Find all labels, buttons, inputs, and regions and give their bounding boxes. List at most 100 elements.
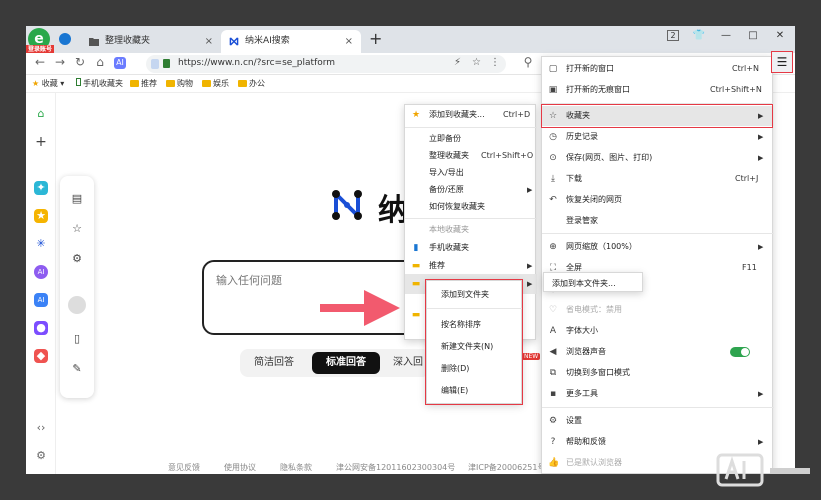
shield-icon <box>151 59 159 69</box>
star-icon[interactable]: ☆ <box>472 57 481 68</box>
bookmark-recommend[interactable]: 推荐 <box>130 78 157 89</box>
lightning-icon[interactable]: ⚡ <box>454 57 461 68</box>
history-icon: ◷ <box>549 132 557 142</box>
gear-icon[interactable]: ⚙ <box>70 252 84 266</box>
bookmark-favorites[interactable]: ★ 收藏 ▾ <box>32 78 64 89</box>
footer-terms[interactable]: 使用协议 <box>224 462 256 473</box>
menu-history[interactable]: ◷ 历史记录 ▶ <box>542 127 774 147</box>
window-count-badge[interactable]: 2 <box>660 26 686 46</box>
forward-icon[interactable]: → <box>52 55 68 69</box>
more-icon[interactable]: ⋮ <box>490 57 500 68</box>
fav-how-restore[interactable]: 如何恢复收藏夹 <box>405 197 537 217</box>
mode-concise[interactable]: 简洁回答 <box>244 352 304 374</box>
code-icon[interactable]: ‹› <box>34 421 48 435</box>
tab-organize-favorites[interactable]: 整理收藏夹 × <box>81 30 221 53</box>
highlight-favorites-item <box>541 104 773 128</box>
menu-restore-closed[interactable]: ↶ 恢复关闭的网页 <box>542 190 774 210</box>
app-ai-circle-icon[interactable]: AI <box>34 265 48 279</box>
menu-new-window[interactable]: ▢ 打开新的窗口 Ctrl+N <box>542 59 774 79</box>
avatar[interactable] <box>68 296 86 314</box>
folder-icon <box>130 80 139 87</box>
bookmark-mobile[interactable]: 手机收藏夹 <box>76 78 123 89</box>
document-icon[interactable]: ▤ <box>70 192 84 206</box>
menu-font-size[interactable]: A 字体大小 <box>542 321 774 341</box>
new-tab-button[interactable]: + <box>369 29 382 48</box>
footer-feedback[interactable]: 意见反馈 <box>168 462 200 473</box>
incognito-icon: ▣ <box>548 85 558 95</box>
highlight-context-menu <box>425 279 523 405</box>
app-translate-icon[interactable]: ✦ <box>34 181 48 195</box>
folder-icon <box>202 80 211 87</box>
annotation-arrow <box>320 290 400 326</box>
app-nano-icon[interactable]: ✳ <box>34 237 48 251</box>
app-ai-icon[interactable]: AI <box>34 293 48 307</box>
bookmark-shopping[interactable]: 购物 <box>166 78 193 89</box>
default-browser-icon: 👍 <box>548 458 560 468</box>
maximize-button[interactable]: □ <box>740 26 766 46</box>
refresh-icon[interactable]: ↻ <box>72 55 88 69</box>
zoom-icon: ⊕ <box>549 242 557 252</box>
settings-icon[interactable]: ⚙ <box>34 449 48 463</box>
search-input[interactable] <box>216 274 406 287</box>
sound-toggle[interactable] <box>730 347 750 357</box>
app-game-icon[interactable]: ◆ <box>34 349 48 363</box>
url-text[interactable]: https://www.n.cn/?src=se_platform <box>178 58 335 68</box>
mode-deep[interactable]: 深入回 <box>388 352 428 374</box>
nano-logo-icon <box>332 190 362 220</box>
menu-more-tools[interactable]: ▪ 更多工具 ▶ <box>542 384 774 404</box>
separator <box>542 407 774 408</box>
folder-icon <box>166 80 175 87</box>
separator <box>542 233 774 234</box>
ai-icon[interactable]: AI <box>114 57 126 69</box>
home-icon[interactable]: ⌂ <box>92 55 108 69</box>
star-outline-icon[interactable]: ☆ <box>70 222 84 236</box>
answer-mode-switch: 简洁回答 标准回答 深入回 <box>240 349 430 377</box>
address-bar[interactable]: https://www.n.cn/?src=se_platform ⚡ ☆ ⋮ <box>146 55 506 73</box>
left-sidebar: ⌂ + ✦ ★ ✳ AI AI ● ◆ ‹› ⚙ <box>26 93 56 474</box>
menu-incognito-window[interactable]: ▣ 打开新的无痕窗口 Ctrl+Shift+N <box>542 80 774 100</box>
menu-multi-window[interactable]: ⧉ 切换到多窗口模式 <box>542 363 774 383</box>
menu-download[interactable]: ⤓ 下载 Ctrl+J <box>542 169 774 189</box>
app-chat-icon[interactable]: ● <box>34 321 48 335</box>
add-to-folder-tooltip[interactable]: 添加到本文件夹... <box>543 272 643 292</box>
home-icon[interactable]: ⌂ <box>34 107 48 121</box>
footer-privacy[interactable]: 隐私条款 <box>280 462 312 473</box>
sound-icon: ◀ <box>549 347 557 357</box>
menu-save[interactable]: ⊙ 保存(网页、图片、打印) ▶ <box>542 148 774 168</box>
bookmark-office[interactable]: 办公 <box>238 78 265 89</box>
fav-mobile[interactable]: ▮ 手机收藏夹 <box>405 238 537 258</box>
tab-close-icon[interactable]: × <box>205 30 213 53</box>
menu-power-save[interactable]: ♡ 省电模式：禁用 <box>542 300 774 320</box>
help-icon: ? <box>550 437 556 447</box>
phone-icon: ▮ <box>413 243 419 253</box>
browser-logo-icon[interactable]: e 登录账号 <box>26 28 55 54</box>
minimize-button[interactable]: — <box>713 26 739 46</box>
font-size-icon: A <box>549 326 557 336</box>
menu-settings[interactable]: ⚙ 设置 <box>542 411 774 431</box>
pinned-tab-icon[interactable] <box>59 33 71 45</box>
search-icon[interactable]: ⚲ <box>520 55 536 69</box>
highlight-menu-button <box>771 51 793 73</box>
tab-close-icon[interactable]: × <box>345 30 353 53</box>
folder-icon: ▬ <box>411 279 421 289</box>
folder-icon <box>89 38 99 46</box>
browser-window: e 登录账号 整理收藏夹 × 纳米AI搜索 × + 2 👕 — □ ✕ ← → … <box>26 26 795 474</box>
fav-add[interactable]: ★ 添加到收藏夹... Ctrl+D <box>405 105 537 125</box>
phone-icon[interactable]: ▯ <box>70 332 84 346</box>
separator <box>405 127 537 128</box>
back-icon[interactable]: ← <box>32 55 48 69</box>
menu-login-manager[interactable]: 登录管家 <box>542 211 774 231</box>
fav-recommend[interactable]: ▬ 推荐 ▶ <box>405 256 537 276</box>
close-window-button[interactable]: ✕ <box>767 26 793 46</box>
edit-icon[interactable]: ✎ <box>70 362 84 376</box>
save-mode-icon: ♡ <box>548 305 558 315</box>
bookmark-entertainment[interactable]: 娱乐 <box>202 78 229 89</box>
skin-icon[interactable]: 👕 <box>686 26 712 46</box>
mode-standard[interactable]: 标准回答 <box>312 352 380 374</box>
app-favorites-icon[interactable]: ★ <box>34 209 48 223</box>
footer-police-record[interactable]: 津公网安备12011602300304号 <box>336 462 455 473</box>
menu-zoom[interactable]: ⊕ 网页缩放（100%） ▶ <box>542 237 774 257</box>
add-icon[interactable]: + <box>34 135 48 149</box>
tab-nano-search[interactable]: 纳米AI搜索 × <box>221 30 361 53</box>
menu-help[interactable]: ? 帮助和反馈 ▶ <box>542 432 774 452</box>
